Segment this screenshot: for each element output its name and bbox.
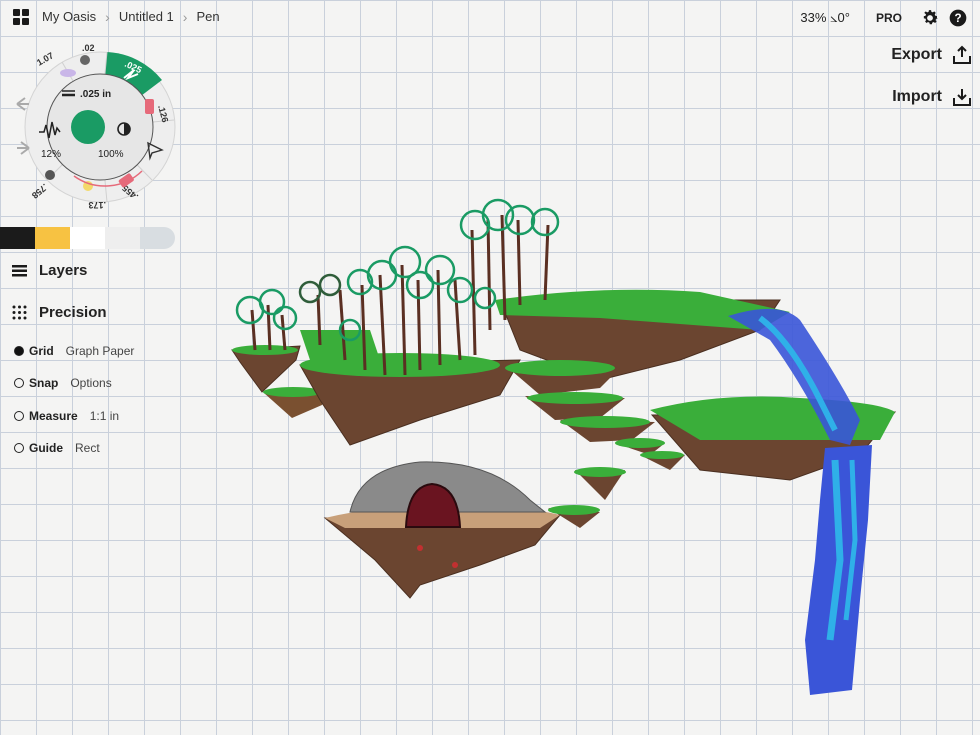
breadcrumb-gallery[interactable]: My Oasis xyxy=(42,9,96,24)
pencil-brush-icon xyxy=(80,55,90,65)
gallery-grid-icon[interactable] xyxy=(13,9,29,25)
import-button[interactable]: Import xyxy=(862,86,972,108)
layers-icon xyxy=(12,265,27,277)
breadcrumb: My Oasis › Untitled 1 › Pen xyxy=(42,9,220,24)
swatch-yellow[interactable] xyxy=(35,227,70,249)
import-icon xyxy=(953,89,971,106)
import-label: Import xyxy=(892,88,942,105)
export-button[interactable]: Export xyxy=(862,44,972,66)
precision-option-grid[interactable]: Grid Graph Paper xyxy=(14,344,134,358)
zoom-level: 33% xyxy=(800,10,827,25)
precision-label: Precision xyxy=(39,304,107,321)
rotation-angle: ⦣0° xyxy=(830,10,850,25)
brush-size-758[interactable]: .758 xyxy=(30,182,50,201)
swatch-light-gray[interactable] xyxy=(105,227,140,249)
brush-size-02[interactable]: .02 xyxy=(82,43,95,53)
waterfall xyxy=(728,308,872,695)
swatch-gray[interactable] xyxy=(140,227,175,249)
gear-icon[interactable] xyxy=(920,8,940,28)
measure-radio[interactable] xyxy=(14,411,24,421)
breadcrumb-separator: › xyxy=(182,8,188,25)
precision-option-measure[interactable]: Measure 1:1 in xyxy=(14,409,119,423)
layers-label: Layers xyxy=(39,262,88,279)
snap-radio[interactable] xyxy=(14,378,24,388)
brush-size-1-07[interactable]: 1.07 xyxy=(35,50,55,67)
precision-button[interactable]: Precision xyxy=(12,304,107,321)
top-bar: My Oasis › Untitled 1 › Pen 33% ⦣0° PRO … xyxy=(0,0,980,34)
drawing-canvas[interactable] xyxy=(220,160,920,710)
brush-preview xyxy=(60,69,76,77)
precision-option-snap[interactable]: Snap Options xyxy=(14,376,112,390)
stroke-width-readout[interactable]: .025 in xyxy=(80,89,111,100)
color-swatches xyxy=(0,227,175,249)
current-color-dot[interactable] xyxy=(71,110,105,144)
guide-radio[interactable] xyxy=(14,443,24,453)
pro-button[interactable]: PRO xyxy=(876,11,902,25)
export-label: Export xyxy=(891,46,942,63)
opacity-readout: 100% xyxy=(98,149,124,160)
precision-option-guide[interactable]: Guide Rect xyxy=(14,441,100,455)
airbrush-icon xyxy=(45,170,55,180)
marker-icon xyxy=(145,99,154,114)
layers-button[interactable]: Layers xyxy=(12,262,87,279)
cave-island xyxy=(323,461,562,599)
middle-island xyxy=(299,330,521,446)
precision-icon xyxy=(12,305,27,320)
tool-wheel[interactable]: 1.07 .02 .025 .126 .455 .173 .758 .025 i… xyxy=(12,40,177,218)
swatch-white[interactable] xyxy=(70,227,105,249)
swatch-black[interactable] xyxy=(0,227,35,249)
help-icon[interactable]: ? xyxy=(948,8,968,28)
smoothing-readout: 12% xyxy=(41,149,61,160)
breadcrumb-tool[interactable]: Pen xyxy=(196,9,219,24)
breadcrumb-separator: › xyxy=(105,8,110,25)
breadcrumb-drawing[interactable]: Untitled 1 xyxy=(119,9,174,24)
grid-radio[interactable] xyxy=(14,346,24,356)
export-icon xyxy=(953,45,971,64)
brush-size-173[interactable]: .173 xyxy=(88,200,106,210)
zoom-readout[interactable]: 33% ⦣0° xyxy=(800,10,850,26)
svg-text:?: ? xyxy=(954,12,961,25)
